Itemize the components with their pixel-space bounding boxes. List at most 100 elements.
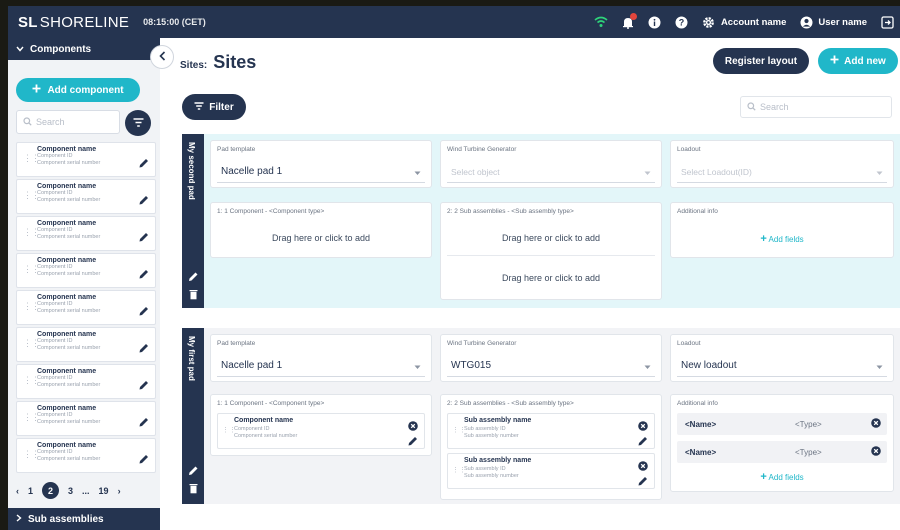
drag-handle-icon[interactable]: ⋮⋮ <box>23 449 40 460</box>
pad-label: My first pad <box>187 336 196 381</box>
loadout-field: Loadout New loadout <box>670 334 894 382</box>
component-name: Component name <box>37 146 97 153</box>
field-name[interactable]: <Name> <box>685 448 716 457</box>
plus-icon <box>32 84 41 96</box>
close-circle-icon[interactable] <box>871 446 881 458</box>
drag-handle-icon[interactable]: ⋮⋮ <box>23 153 40 164</box>
trash-icon[interactable] <box>187 482 199 494</box>
list-item[interactable]: ⋮⋮ Component name Component ID Component se… <box>16 401 156 436</box>
list-item[interactable]: ⋮⋮ Component name Component ID Component se… <box>16 142 156 177</box>
pencil-icon[interactable] <box>408 433 418 451</box>
assigned-sub-assembly[interactable]: ⋮⋮ Sub assembly name Sub assembly ID Sub… <box>447 453 655 489</box>
pager-last[interactable]: 19 <box>99 486 109 496</box>
wtg-select[interactable]: WTG015 <box>447 355 655 377</box>
list-item[interactable]: ⋮⋮ Component name Component ID Component se… <box>16 179 156 214</box>
breadcrumb-parent[interactable]: Sites: <box>180 60 207 71</box>
assigned-component[interactable]: ⋮⋮ Component name Component ID Component… <box>217 413 425 449</box>
loadout-label: Loadout <box>677 340 701 347</box>
pad-template-select[interactable]: Nacelle pad 1 <box>217 355 425 377</box>
custom-field-row[interactable]: <Name> <Type> <box>677 441 887 463</box>
field-type[interactable]: <Type> <box>795 420 822 429</box>
field-type[interactable]: <Type> <box>795 448 822 457</box>
pencil-icon[interactable] <box>187 464 199 476</box>
pager-page-3[interactable]: 3 <box>68 486 73 496</box>
logout-icon[interactable] <box>880 15 894 29</box>
component-id: Component ID <box>37 153 73 159</box>
add-fields-link[interactable]: + Add fields <box>671 233 893 245</box>
pager-page-1[interactable]: 1 <box>28 486 33 496</box>
assigned-sub-assembly[interactable]: ⋮⋮ Sub assembly name Sub assembly ID Sub… <box>447 413 655 449</box>
main-search-input[interactable]: Search <box>740 96 892 118</box>
list-item[interactable]: ⋮⋮ Component name Component ID Component se… <box>16 327 156 362</box>
breadcrumb: Sites: Sites <box>180 52 256 73</box>
pencil-icon[interactable] <box>139 192 149 210</box>
help-icon[interactable]: ? <box>675 15 689 29</box>
chevron-down-icon <box>414 168 421 179</box>
drag-handle-icon[interactable]: ⋮⋮ <box>23 190 40 201</box>
drag-handle-icon[interactable]: ⋮⋮ <box>23 301 40 312</box>
top-bar: SL SHORELINE 08:15:00 (CET) ? Account na… <box>8 6 900 38</box>
drag-handle-icon[interactable]: ⋮⋮ <box>23 227 40 238</box>
close-circle-icon[interactable] <box>871 418 881 430</box>
component-search-placeholder: Search <box>36 117 65 127</box>
sub-assembly-name: Sub assembly name <box>464 417 532 424</box>
component-id: Component ID <box>37 190 73 196</box>
list-item[interactable]: ⋮⋮ Component name Component ID Component se… <box>16 438 156 473</box>
pencil-icon[interactable] <box>139 155 149 173</box>
component-slot-title: 1: 1 Component - <Component type> <box>217 400 325 407</box>
field-name[interactable]: <Name> <box>685 420 716 429</box>
pad-template-label: Pad template <box>217 340 256 347</box>
list-item[interactable]: ⋮⋮ Component name Component ID Component se… <box>16 216 156 251</box>
drag-handle-icon[interactable]: ⋮⋮ <box>23 264 40 275</box>
pencil-icon[interactable] <box>139 303 149 321</box>
register-layout-button[interactable]: Register layout <box>713 48 809 74</box>
app-window: SL SHORELINE 08:15:00 (CET) ? Account na… <box>8 6 900 530</box>
info-icon[interactable] <box>648 15 662 29</box>
component-drop-zone[interactable]: Drag here or click to add <box>211 233 431 243</box>
pager-prev[interactable]: ‹ <box>16 486 19 496</box>
trash-icon[interactable] <box>187 288 199 300</box>
sub-assembly-drop-zone-2[interactable]: Drag here or click to add <box>441 273 661 283</box>
pencil-icon[interactable] <box>139 377 149 395</box>
sub-assembly-name: Sub assembly name <box>464 457 532 464</box>
pencil-icon[interactable] <box>139 229 149 247</box>
component-search-input[interactable]: Search <box>16 110 120 134</box>
list-item[interactable]: ⋮⋮ Component name Component ID Component se… <box>16 364 156 399</box>
drag-handle-icon[interactable]: ⋮⋮ <box>23 412 40 423</box>
pager-current[interactable]: 2 <box>42 482 60 499</box>
pencil-icon[interactable] <box>139 414 149 432</box>
pencil-icon[interactable] <box>638 473 648 491</box>
component-name: Component name <box>234 417 294 424</box>
plus-icon: + <box>760 233 767 245</box>
pencil-icon[interactable] <box>139 451 149 469</box>
component-serial: Component serial number <box>37 456 101 462</box>
add-fields-link[interactable]: + Add fields <box>671 471 893 483</box>
loadout-select[interactable]: Select Loadout(ID) <box>677 161 887 183</box>
pager-next[interactable]: › <box>118 486 121 496</box>
components-header[interactable]: Components <box>8 38 160 60</box>
wtg-select[interactable]: Select object <box>447 161 655 183</box>
bell-icon[interactable] <box>621 13 637 29</box>
list-item[interactable]: ⋮⋮ Component name Component ID Component se… <box>16 253 156 288</box>
add-component-button[interactable]: Add component <box>16 78 140 102</box>
list-item[interactable]: ⋮⋮ Component name Component ID Component se… <box>16 290 156 325</box>
wtg-field: Wind Turbine Generator WTG015 <box>440 334 662 382</box>
pencil-icon[interactable] <box>139 340 149 358</box>
component-filter-button[interactable] <box>125 110 151 136</box>
custom-field-row[interactable]: <Name> <Type> <box>677 413 887 435</box>
user-menu[interactable]: User name <box>799 15 867 29</box>
collapse-sidebar-button[interactable] <box>150 45 174 69</box>
sub-assembly-drop-zone-1[interactable]: Drag here or click to add <box>441 233 661 243</box>
pencil-icon[interactable] <box>187 270 199 282</box>
pencil-icon[interactable] <box>638 433 648 451</box>
drag-handle-icon[interactable]: ⋮⋮ <box>23 338 40 349</box>
loadout-select[interactable]: New loadout <box>677 355 887 377</box>
drag-handle-icon[interactable]: ⋮⋮ <box>23 375 40 386</box>
pencil-icon[interactable] <box>139 266 149 284</box>
account-menu[interactable]: Account name <box>702 15 786 29</box>
sub-assemblies-header[interactable]: Sub assemblies <box>8 508 160 530</box>
pad-template-select[interactable]: Nacelle pad 1 <box>217 161 425 183</box>
add-new-button[interactable]: Add new <box>818 48 898 74</box>
sub-assembly-number: Sub assembly number <box>464 473 519 479</box>
filter-button[interactable]: Filter <box>182 94 246 120</box>
